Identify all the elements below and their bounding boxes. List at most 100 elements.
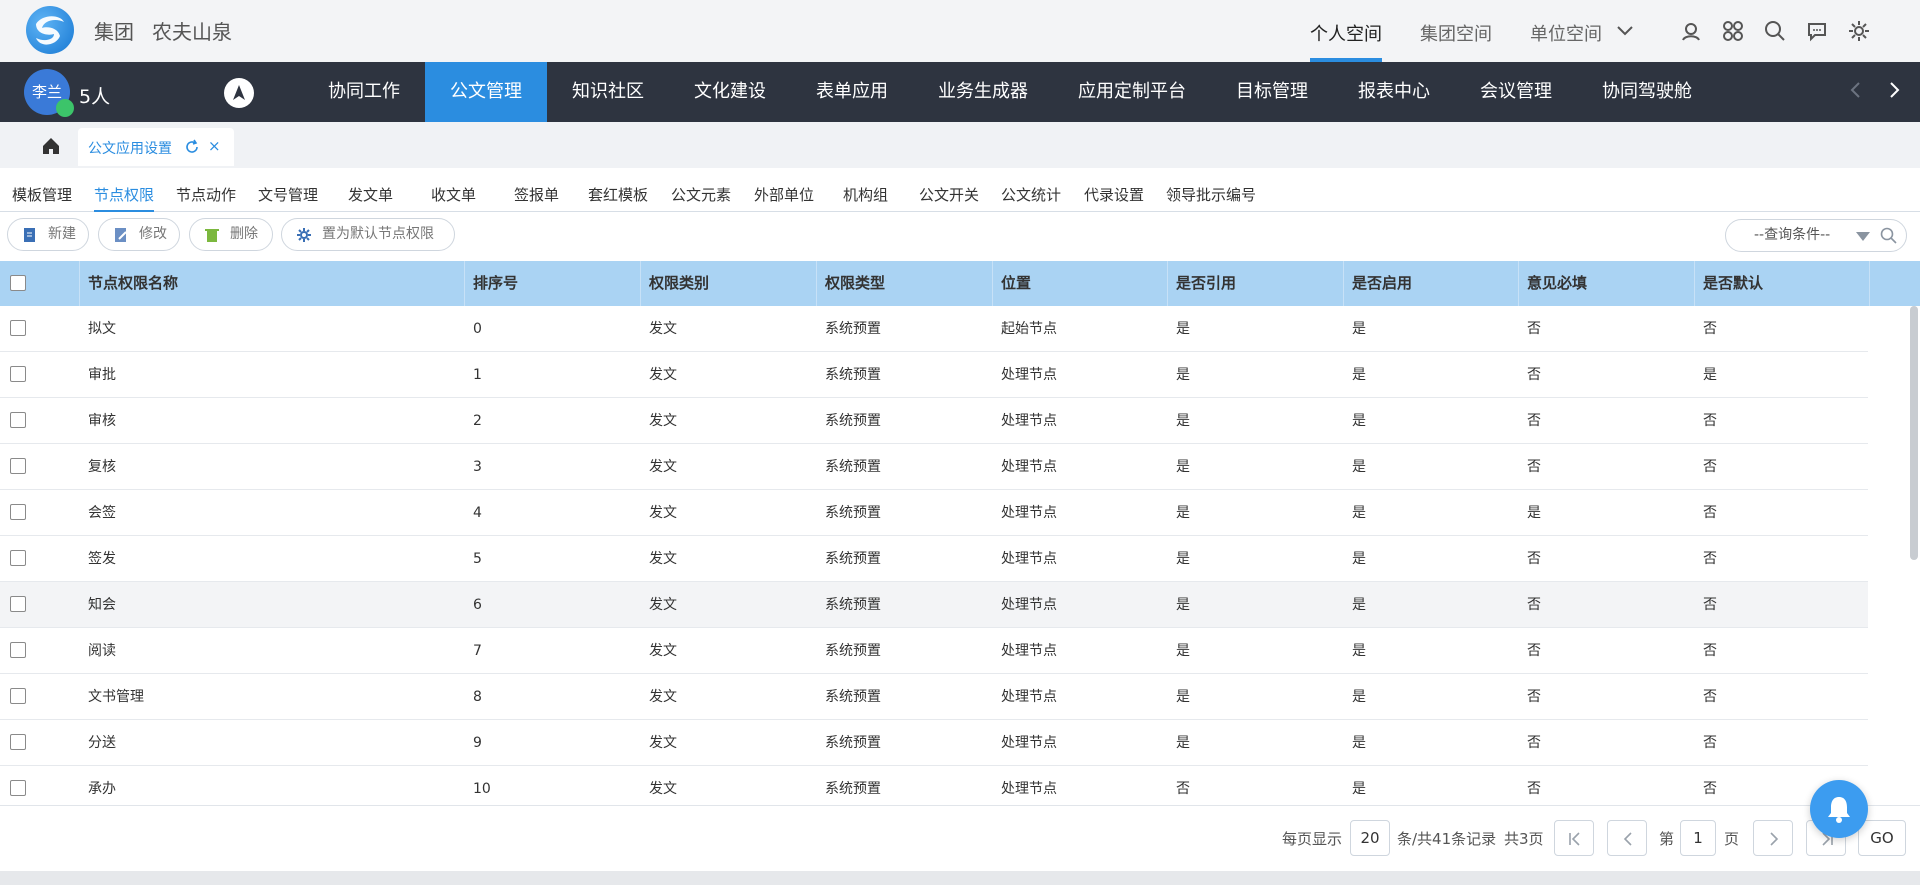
per-page-input[interactable]: 20 — [1350, 820, 1390, 856]
table-row[interactable]: 审核 2 发文 系统预置 处理节点 是 是 否 否 — [0, 398, 1868, 444]
table-row[interactable]: 阅读 7 发文 系统预置 处理节点 是 是 否 否 — [0, 628, 1868, 674]
menu-document-management[interactable]: 公文管理 — [425, 62, 547, 122]
edit-button[interactable]: 修改 — [98, 218, 180, 251]
subtab-doc-elements[interactable]: 公文元素 — [671, 184, 731, 212]
col-header-sort[interactable]: 排序号 — [465, 261, 641, 306]
subtab-org-groups[interactable]: 机构组 — [843, 184, 888, 212]
table-row[interactable]: 复核 3 发文 系统预置 处理节点 是 是 否 否 — [0, 444, 1868, 490]
select-all-checkbox[interactable] — [10, 275, 26, 291]
subtab-doc-switches[interactable]: 公文开关 — [919, 184, 979, 212]
table-row[interactable]: 知会 6 发文 系统预置 处理节点 是 是 否 否 — [0, 582, 1868, 628]
table-row[interactable]: 会签 4 发文 系统预置 处理节点 是 是 是 否 — [0, 490, 1868, 536]
table-row[interactable]: 承办 10 发文 系统预置 处理节点 否 是 否 否 — [0, 766, 1868, 804]
new-button[interactable]: 新建 — [7, 218, 89, 251]
new-button-label: 新建 — [48, 226, 76, 242]
subtab-proxy-entry[interactable]: 代录设置 — [1084, 184, 1144, 212]
notification-bell-button[interactable] — [1810, 780, 1868, 838]
col-header-default[interactable]: 是否默认 — [1695, 261, 1870, 306]
cell-name: 分送 — [88, 735, 116, 751]
col-header-position[interactable]: 位置 — [993, 261, 1168, 306]
chevron-right-icon[interactable] — [1884, 80, 1904, 100]
subtab-doc-statistics[interactable]: 公文统计 — [1001, 184, 1061, 212]
tab-personal-space[interactable]: 个人空间 — [1310, 0, 1382, 62]
home-icon[interactable] — [40, 135, 62, 157]
row-checkbox[interactable] — [10, 596, 26, 612]
col-header-type[interactable]: 权限类型 — [817, 261, 993, 306]
company-logo[interactable] — [26, 6, 74, 54]
subtab-node-permissions[interactable]: 节点权限 — [94, 184, 155, 212]
company-name[interactable]: 农夫山泉 — [152, 16, 232, 45]
go-button[interactable]: GO — [1858, 820, 1906, 856]
dropdown-triangle-icon[interactable] — [1856, 232, 1870, 241]
subtab-sign-report-form[interactable]: 签报单 — [514, 184, 559, 212]
gear-icon[interactable] — [1848, 20, 1870, 42]
subtab-incoming-form[interactable]: 收文单 — [431, 184, 476, 212]
row-checkbox[interactable] — [10, 780, 26, 796]
menu-forms[interactable]: 表单应用 — [791, 62, 913, 122]
online-count[interactable]: 5人 — [79, 82, 110, 109]
subtab-templates[interactable]: 模板管理 — [12, 184, 72, 212]
col-header-enabled[interactable]: 是否启用 — [1344, 261, 1519, 306]
menu-reports[interactable]: 报表中心 — [1333, 62, 1455, 122]
row-checkbox[interactable] — [10, 550, 26, 566]
row-checkbox[interactable] — [10, 412, 26, 428]
row-checkbox[interactable] — [10, 642, 26, 658]
table-row[interactable]: 审批 1 发文 系统预置 处理节点 是 是 否 是 — [0, 352, 1868, 398]
subtab-external-units[interactable]: 外部单位 — [754, 184, 814, 212]
edit-button-label: 修改 — [139, 226, 167, 242]
row-checkbox[interactable] — [10, 504, 26, 520]
row-checkbox[interactable] — [10, 320, 26, 336]
cell-type: 系统预置 — [825, 551, 881, 567]
row-checkbox[interactable] — [10, 366, 26, 382]
first-page-button[interactable] — [1554, 820, 1594, 856]
menu-goals[interactable]: 目标管理 — [1211, 62, 1333, 122]
menu-app-platform[interactable]: 应用定制平台 — [1053, 62, 1211, 122]
tab-document-settings[interactable]: 公文应用设置 × — [78, 128, 234, 166]
table-row[interactable]: 拟文 0 发文 系统预置 起始节点 是 是 否 否 — [0, 306, 1868, 352]
subtab-red-header-templates[interactable]: 套红模板 — [588, 184, 648, 212]
refresh-icon[interactable] — [184, 139, 200, 155]
page-number-input[interactable]: 1 — [1680, 820, 1716, 856]
search-icon[interactable] — [1880, 227, 1898, 245]
menu-meetings[interactable]: 会议管理 — [1455, 62, 1577, 122]
cell-name: 阅读 — [88, 643, 116, 659]
row-checkbox[interactable] — [10, 458, 26, 474]
menu-business-generator[interactable]: 业务生成器 — [913, 62, 1053, 122]
compass-icon[interactable] — [224, 78, 254, 108]
search-icon[interactable] — [1764, 20, 1786, 42]
close-icon[interactable]: × — [208, 137, 221, 155]
table-row[interactable]: 签发 5 发文 系统预置 处理节点 是 是 否 否 — [0, 536, 1868, 582]
table-scrollbar[interactable] — [1910, 306, 1918, 560]
row-checkbox[interactable] — [10, 688, 26, 704]
subtab-leader-instruction-numbers[interactable]: 领导批示编号 — [1166, 184, 1256, 212]
chevron-left-icon[interactable] — [1846, 80, 1866, 100]
cell-name: 承办 — [88, 781, 116, 797]
col-header-referenced[interactable]: 是否引用 — [1168, 261, 1344, 306]
chevron-down-icon[interactable] — [1616, 24, 1634, 38]
col-header-name[interactable]: 节点权限名称 — [80, 261, 465, 306]
tab-unit-space[interactable]: 单位空间 — [1530, 0, 1602, 62]
avatar[interactable]: 李兰 — [24, 69, 74, 117]
set-default-button[interactable]: 置为默认节点权限 — [281, 218, 455, 251]
prev-page-button[interactable] — [1607, 820, 1647, 856]
location-icon[interactable] — [1680, 20, 1702, 42]
chevron-left-icon — [1623, 832, 1632, 846]
subtab-doc-numbers[interactable]: 文号管理 — [258, 184, 318, 212]
menu-collaboration[interactable]: 协同工作 — [303, 62, 425, 122]
delete-button[interactable]: 删除 — [189, 218, 273, 251]
apps-grid-icon[interactable] — [1722, 20, 1744, 42]
subtab-node-actions[interactable]: 节点动作 — [176, 184, 236, 212]
message-icon[interactable] — [1806, 20, 1828, 42]
menu-knowledge[interactable]: 知识社区 — [547, 62, 669, 122]
next-page-button[interactable] — [1753, 820, 1793, 856]
row-checkbox[interactable] — [10, 734, 26, 750]
query-condition-select[interactable]: --查询条件-- — [1725, 219, 1907, 252]
table-row[interactable]: 分送 9 发文 系统预置 处理节点 是 是 否 否 — [0, 720, 1868, 766]
menu-cockpit[interactable]: 协同驾驶舱 — [1577, 62, 1717, 122]
menu-culture[interactable]: 文化建设 — [669, 62, 791, 122]
table-row[interactable]: 文书管理 8 发文 系统预置 处理节点 是 是 否 否 — [0, 674, 1868, 720]
subtab-outgoing-form[interactable]: 发文单 — [348, 184, 393, 212]
col-header-opinion-required[interactable]: 意见必填 — [1519, 261, 1695, 306]
tab-group-space[interactable]: 集团空间 — [1420, 0, 1492, 62]
col-header-category[interactable]: 权限类别 — [641, 261, 817, 306]
